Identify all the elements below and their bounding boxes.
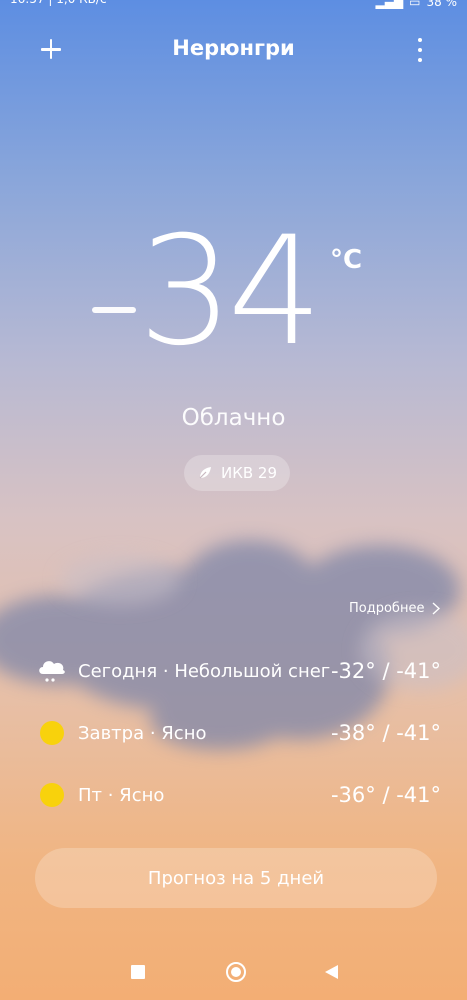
status-time-speed: 16:57 | 1,0 КБ/с <box>10 0 107 12</box>
five-day-forecast-button[interactable]: Прогноз на 5 дней <box>35 848 437 908</box>
home-icon[interactable] <box>226 962 246 982</box>
forecast-label: Пт · Ясно <box>78 784 165 806</box>
back-icon[interactable] <box>325 965 338 979</box>
battery-percent: 38 % <box>426 0 458 9</box>
aqi-label: ИКВ 29 <box>220 464 277 482</box>
cloud-snow-icon <box>36 655 68 687</box>
minus-sign <box>92 307 136 313</box>
weather-condition: Облачно <box>181 405 286 431</box>
sun-icon <box>36 779 68 811</box>
recent-apps-icon[interactable] <box>131 965 145 979</box>
forecast-temps: -32° / -41° <box>330 659 441 683</box>
city-title: Нерюнгри <box>172 36 295 60</box>
header: Нерюнгри <box>0 28 467 72</box>
details-label: Подробнее <box>349 601 425 616</box>
temperature-unit: °C <box>330 245 363 275</box>
forecast-label: Сегодня · Небольшой снег <box>78 660 331 682</box>
forecast-row-tomorrow[interactable]: Завтра · Ясно -38° / -41° <box>36 713 441 753</box>
navigation-bar <box>0 950 467 994</box>
more-vertical-icon[interactable] <box>408 36 432 64</box>
forecast-row-friday[interactable]: Пт · Ясно -36° / -41° <box>36 775 441 815</box>
current-temperature: 34 °C <box>80 217 380 385</box>
aqi-badge[interactable]: ИКВ 29 <box>184 455 290 491</box>
temperature-value: 34 <box>138 205 323 379</box>
status-bar: 16:57 | 1,0 КБ/с ▂▄▆ ▭ 38 % <box>0 0 467 12</box>
leaf-icon <box>199 467 211 479</box>
signal-icon: ▂▄▆ <box>375 0 404 9</box>
forecast-label: Завтра · Ясно <box>78 722 207 744</box>
status-indicators: ▂▄▆ ▭ 38 % <box>375 0 457 12</box>
sun-icon <box>36 717 68 749</box>
battery-icon: ▭ <box>409 0 421 9</box>
details-link[interactable]: Подробнее <box>349 601 441 616</box>
forecast-temps: -36° / -41° <box>330 783 441 807</box>
forecast-row-today[interactable]: Сегодня · Небольшой снег -32° / -41° <box>36 651 441 691</box>
chevron-right-icon <box>432 602 441 615</box>
forecast-temps: -38° / -41° <box>330 721 441 745</box>
